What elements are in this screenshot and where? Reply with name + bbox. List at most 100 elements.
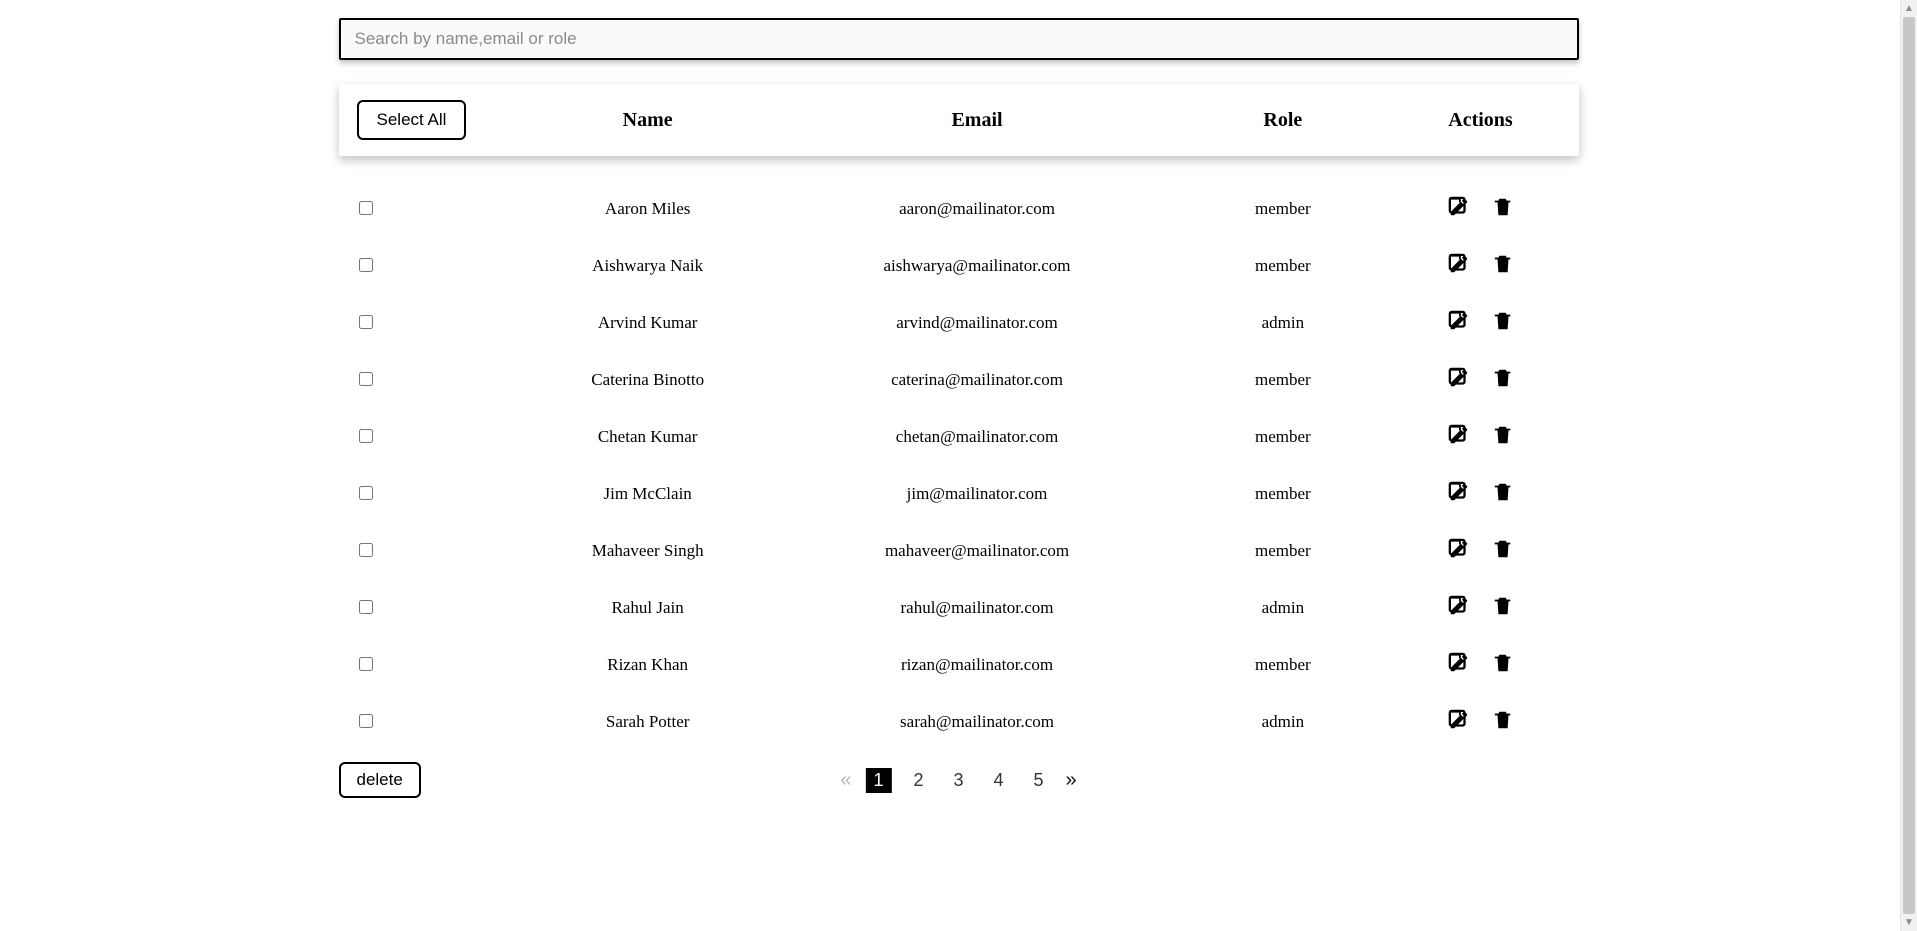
cell-role: admin xyxy=(1165,712,1400,732)
cell-role: member xyxy=(1165,484,1400,504)
search-input[interactable] xyxy=(339,18,1579,60)
scroll-down-icon[interactable]: ▼ xyxy=(1901,914,1917,931)
cell-email: caterina@mailinator.com xyxy=(789,370,1165,390)
delete-button[interactable] xyxy=(1492,652,1514,677)
row-checkbox[interactable] xyxy=(359,543,373,557)
cell-role: member xyxy=(1165,427,1400,447)
delete-button[interactable] xyxy=(1492,481,1514,506)
cell-email: rahul@mailinator.com xyxy=(789,598,1165,618)
scrollbar[interactable]: ▲ ▼ xyxy=(1900,0,1917,931)
page-first[interactable]: « xyxy=(840,770,851,790)
row-checkbox[interactable] xyxy=(359,714,373,728)
page-last[interactable]: » xyxy=(1066,770,1077,790)
cell-email: jim@mailinator.com xyxy=(789,484,1165,504)
page-3[interactable]: 3 xyxy=(945,768,971,793)
delete-button[interactable] xyxy=(1492,310,1514,335)
trash-icon xyxy=(1492,310,1514,332)
delete-selected-button[interactable]: delete xyxy=(339,762,421,798)
cell-name: Rizan Khan xyxy=(507,655,789,675)
edit-button[interactable] xyxy=(1448,196,1470,221)
page-2[interactable]: 2 xyxy=(905,768,931,793)
cell-email: aishwarya@mailinator.com xyxy=(789,256,1165,276)
table-row: Rahul Jainrahul@mailinator.comadmin xyxy=(339,579,1579,636)
cell-email: arvind@mailinator.com xyxy=(789,313,1165,333)
edit-icon xyxy=(1448,595,1470,617)
trash-icon xyxy=(1492,709,1514,731)
edit-button[interactable] xyxy=(1448,424,1470,449)
search-wrap xyxy=(339,18,1579,60)
cell-name: Aaron Miles xyxy=(507,199,789,219)
cell-role: member xyxy=(1165,199,1400,219)
edit-button[interactable] xyxy=(1448,481,1470,506)
edit-button[interactable] xyxy=(1448,253,1470,278)
delete-button[interactable] xyxy=(1492,253,1514,278)
cell-role: admin xyxy=(1165,313,1400,333)
row-checkbox[interactable] xyxy=(359,657,373,671)
delete-button[interactable] xyxy=(1492,196,1514,221)
row-checkbox[interactable] xyxy=(359,372,373,386)
table-row: Aaron Milesaaron@mailinator.commember xyxy=(339,180,1579,237)
delete-button[interactable] xyxy=(1492,538,1514,563)
column-header-email: Email xyxy=(789,109,1165,132)
page-1[interactable]: 1 xyxy=(865,768,891,793)
table-body: Aaron Milesaaron@mailinator.commemberAis… xyxy=(339,180,1579,750)
table-footer: delete « 12345 » xyxy=(339,750,1579,798)
column-header-name: Name xyxy=(507,109,789,132)
edit-icon xyxy=(1448,367,1470,389)
row-checkbox[interactable] xyxy=(359,258,373,272)
trash-icon xyxy=(1492,196,1514,218)
edit-icon xyxy=(1448,196,1470,218)
page-5[interactable]: 5 xyxy=(1026,768,1052,793)
trash-icon xyxy=(1492,538,1514,560)
edit-icon xyxy=(1448,253,1470,275)
delete-button[interactable] xyxy=(1492,367,1514,392)
cell-name: Rahul Jain xyxy=(507,598,789,618)
select-all-button[interactable]: Select All xyxy=(357,100,467,140)
row-checkbox[interactable] xyxy=(359,201,373,215)
pagination: « 12345 » xyxy=(840,768,1076,793)
table-row: Rizan Khanrizan@mailinator.commember xyxy=(339,636,1579,693)
cell-email: chetan@mailinator.com xyxy=(789,427,1165,447)
trash-icon xyxy=(1492,424,1514,446)
cell-name: Sarah Potter xyxy=(507,712,789,732)
edit-button[interactable] xyxy=(1448,709,1470,734)
cell-role: member xyxy=(1165,370,1400,390)
cell-email: sarah@mailinator.com xyxy=(789,712,1165,732)
edit-button[interactable] xyxy=(1448,367,1470,392)
edit-icon xyxy=(1448,652,1470,674)
cell-name: Mahaveer Singh xyxy=(507,541,789,561)
table-row: Caterina Binottocaterina@mailinator.comm… xyxy=(339,351,1579,408)
table-header: Select All Name Email Role Actions xyxy=(339,84,1579,156)
scroll-up-icon[interactable]: ▲ xyxy=(1901,0,1917,17)
edit-button[interactable] xyxy=(1448,538,1470,563)
row-checkbox[interactable] xyxy=(359,486,373,500)
edit-button[interactable] xyxy=(1448,652,1470,677)
trash-icon xyxy=(1492,367,1514,389)
cell-role: member xyxy=(1165,541,1400,561)
scroll-thumb[interactable] xyxy=(1903,17,1915,914)
cell-name: Arvind Kumar xyxy=(507,313,789,333)
edit-icon xyxy=(1448,424,1470,446)
page-4[interactable]: 4 xyxy=(986,768,1012,793)
row-checkbox[interactable] xyxy=(359,315,373,329)
row-checkbox[interactable] xyxy=(359,429,373,443)
table-row: Chetan Kumarchetan@mailinator.commember xyxy=(339,408,1579,465)
column-header-role: Role xyxy=(1165,109,1400,132)
table-row: Arvind Kumararvind@mailinator.comadmin xyxy=(339,294,1579,351)
cell-name: Aishwarya Naik xyxy=(507,256,789,276)
cell-role: admin xyxy=(1165,598,1400,618)
edit-button[interactable] xyxy=(1448,595,1470,620)
trash-icon xyxy=(1492,652,1514,674)
delete-button[interactable] xyxy=(1492,709,1514,734)
edit-button[interactable] xyxy=(1448,310,1470,335)
trash-icon xyxy=(1492,253,1514,275)
trash-icon xyxy=(1492,481,1514,503)
cell-role: member xyxy=(1165,256,1400,276)
delete-button[interactable] xyxy=(1492,595,1514,620)
cell-role: member xyxy=(1165,655,1400,675)
row-checkbox[interactable] xyxy=(359,600,373,614)
table-row: Aishwarya Naikaishwarya@mailinator.comme… xyxy=(339,237,1579,294)
cell-name: Chetan Kumar xyxy=(507,427,789,447)
cell-email: mahaveer@mailinator.com xyxy=(789,541,1165,561)
delete-button[interactable] xyxy=(1492,424,1514,449)
